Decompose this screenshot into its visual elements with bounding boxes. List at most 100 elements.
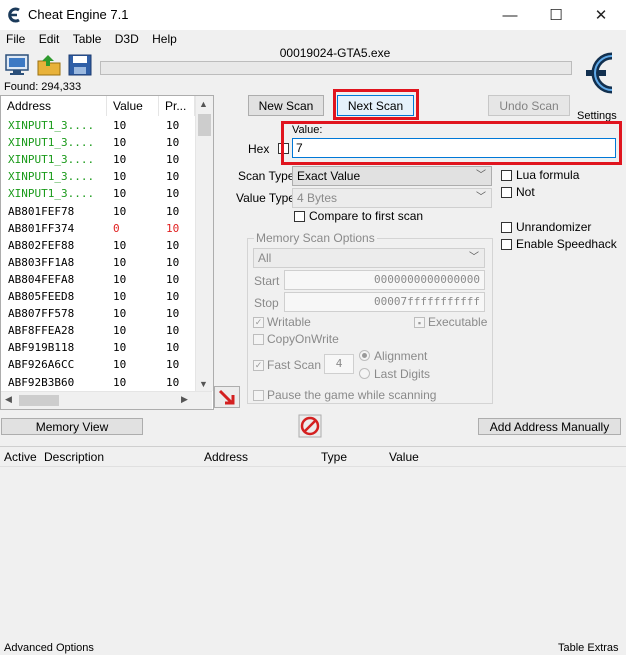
open-file-icon[interactable] [36, 53, 62, 77]
writable-checkbox[interactable]: ✓ [253, 317, 264, 328]
cheat-engine-settings-icon[interactable] [578, 46, 620, 108]
maximize-button[interactable]: ☐ [533, 0, 579, 30]
memory-view-button[interactable]: Memory View [1, 418, 143, 435]
result-value: 0 [113, 221, 120, 235]
list-horizontal-scrollbar[interactable]: ◀ ▶ [1, 391, 212, 409]
menu-table[interactable]: Table [73, 30, 102, 48]
alignment-radio[interactable] [359, 350, 370, 361]
result-value: 10 [113, 341, 127, 355]
scroll-right-icon[interactable]: ▶ [181, 394, 188, 405]
result-previous: 10 [166, 170, 180, 184]
menu-edit[interactable]: Edit [39, 30, 60, 48]
advanced-options-link[interactable]: Advanced Options [4, 642, 94, 654]
result-row[interactable]: XINPUT1_3.... 10 10 [1, 117, 195, 134]
result-row[interactable]: ABF919B118 10 10 [1, 339, 195, 356]
result-row[interactable]: XINPUT1_3.... 10 10 [1, 151, 195, 168]
new-scan-button[interactable]: New Scan [248, 95, 324, 116]
scroll-down-icon[interactable]: ▼ [199, 379, 208, 389]
result-address: XINPUT1_3.... [8, 153, 95, 167]
result-address: AB807FF578 [8, 307, 75, 321]
scroll-left-icon[interactable]: ◀ [5, 394, 12, 405]
column-type[interactable]: Type [321, 450, 347, 464]
not-checkbox[interactable] [501, 187, 512, 198]
speedhack-checkbox[interactable] [501, 239, 512, 250]
result-value: 10 [113, 307, 127, 321]
lua-formula-label: Lua formula [516, 168, 580, 182]
result-previous: 10 [166, 221, 180, 235]
speedhack-label: Enable Speedhack [516, 237, 617, 251]
result-row[interactable]: AB802FEF88 10 10 [1, 237, 195, 254]
result-row[interactable]: AB801FF374 0 10 [1, 220, 195, 237]
fast-scan-input[interactable]: 4 [324, 354, 354, 374]
result-address: AB801FF374 [8, 221, 75, 235]
result-previous: 10 [166, 324, 180, 338]
undo-scan-button[interactable]: Undo Scan [488, 95, 570, 116]
column-table-address[interactable]: Address [204, 450, 248, 464]
stop-address-input[interactable]: 00007fffffffffff [284, 292, 485, 312]
column-description[interactable]: Description [44, 450, 104, 464]
result-row[interactable]: XINPUT1_3.... 10 10 [1, 168, 195, 185]
result-row[interactable]: AB805FEED8 10 10 [1, 288, 195, 305]
value-type-select[interactable]: 4 Bytes ﹀ [292, 188, 492, 208]
result-row[interactable]: XINPUT1_3.... 10 10 [1, 134, 195, 151]
result-row[interactable]: ABF92B3B60 10 10 [1, 374, 195, 391]
scan-type-value: Exact Value [297, 169, 361, 183]
pause-game-checkbox[interactable] [253, 390, 264, 401]
column-value[interactable]: Value [107, 96, 159, 116]
scroll-thumb[interactable] [198, 114, 211, 136]
scan-results-list[interactable]: Address Value Pr... XINPUT1_3.... 10 10 XIN… [0, 95, 214, 410]
list-vertical-scrollbar[interactable]: ▲ ▼ [195, 96, 213, 391]
title-bar: Cheat Engine 7.1 — ☐ ✕ [0, 0, 626, 30]
value-type-value: 4 Bytes [297, 191, 338, 205]
result-address: XINPUT1_3.... [8, 136, 95, 150]
next-scan-button[interactable]: Next Scan [337, 95, 414, 116]
result-previous: 10 [166, 153, 180, 167]
result-row[interactable]: AB801FEF78 10 10 [1, 203, 195, 220]
result-row[interactable]: AB803FF1A8 10 10 [1, 254, 195, 271]
column-table-value[interactable]: Value [389, 450, 419, 464]
compare-first-checkbox[interactable] [294, 211, 305, 222]
scroll-up-icon[interactable]: ▲ [199, 99, 208, 109]
fast-scan-checkbox[interactable]: ✓ [253, 360, 264, 371]
result-address: XINPUT1_3.... [8, 170, 95, 184]
executable-checkbox[interactable]: ▪ [414, 317, 425, 328]
add-to-list-button[interactable] [214, 386, 240, 408]
unrandomizer-checkbox[interactable] [501, 222, 512, 233]
status-bar: Advanced Options Table Extras [0, 642, 626, 655]
open-process-icon[interactable] [4, 53, 30, 77]
result-row[interactable]: ABF926A6CC 10 10 [1, 356, 195, 373]
settings-label[interactable]: Settings [577, 110, 617, 122]
value-type-label: Value Type [236, 191, 295, 205]
hex-checkbox[interactable] [278, 143, 289, 154]
lua-formula-checkbox[interactable] [501, 170, 512, 181]
table-extras-link[interactable]: Table Extras [558, 642, 619, 654]
chevron-down-icon: ﹀ [476, 170, 486, 181]
close-button[interactable]: ✕ [578, 0, 624, 30]
column-active[interactable]: Active [4, 450, 37, 464]
result-address: ABF92B3B60 [8, 375, 75, 389]
compare-first-label: Compare to first scan [309, 209, 424, 223]
save-icon[interactable] [67, 53, 93, 77]
result-address: AB805FEED8 [8, 290, 75, 303]
result-row[interactable]: XINPUT1_3.... 10 10 [1, 185, 195, 202]
process-name: 00019024-GTA5.exe [279, 46, 391, 60]
add-address-manually-button[interactable]: Add Address Manually [478, 418, 621, 435]
copy-on-write-checkbox[interactable] [253, 334, 264, 345]
menu-file[interactable]: File [6, 30, 25, 48]
result-row[interactable]: ABF8FFEA28 10 10 [1, 322, 195, 339]
start-address-input[interactable]: 0000000000000000 [284, 270, 485, 290]
minimize-button[interactable]: — [487, 0, 533, 30]
result-value: 10 [113, 153, 127, 167]
value-input[interactable]: 7 [292, 138, 616, 158]
scan-type-select[interactable]: Exact Value ﹀ [292, 166, 492, 186]
result-row[interactable]: AB807FF578 10 10 [1, 305, 195, 322]
result-row[interactable]: AB804FEFA8 10 10 [1, 271, 195, 288]
column-address[interactable]: Address [1, 96, 107, 116]
column-previous[interactable]: Pr... [159, 96, 195, 116]
window-title: Cheat Engine 7.1 [28, 7, 129, 22]
address-table[interactable] [0, 446, 626, 643]
hscroll-thumb[interactable] [19, 395, 59, 406]
memory-region-select[interactable]: All ﹀ [253, 248, 485, 268]
last-digits-radio[interactable] [359, 368, 370, 379]
stop-scan-icon[interactable] [298, 414, 322, 438]
